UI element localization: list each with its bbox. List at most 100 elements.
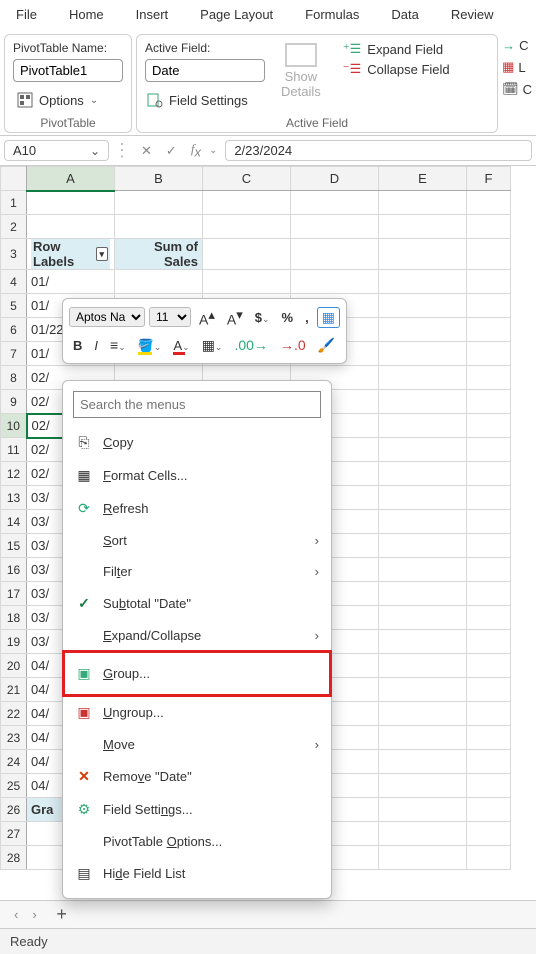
formula-input[interactable]: 2/23/2024 xyxy=(225,140,532,161)
row-header[interactable]: 26 xyxy=(1,798,27,822)
align-button[interactable]: ≡⌄ xyxy=(106,337,130,353)
format-painter-button[interactable]: 🖌️ xyxy=(314,337,339,354)
row-header[interactable]: 18 xyxy=(1,606,27,630)
italic-button[interactable]: I xyxy=(90,337,102,353)
row-header[interactable]: 24 xyxy=(1,750,27,774)
menu-field-settings[interactable]: ⚙ Field Settings... xyxy=(63,793,331,826)
filter-dropdown-icon[interactable]: ▾ xyxy=(96,247,108,261)
row-header[interactable]: 16 xyxy=(1,558,27,582)
menu-format-cells[interactable]: ▦ Format Cells... xyxy=(63,459,331,492)
cancel-button[interactable]: ✕ xyxy=(135,143,158,159)
sheet-nav-prev[interactable]: ‹ xyxy=(14,907,18,922)
menu-group[interactable]: ▣ Group... xyxy=(63,651,331,696)
menu-copy[interactable]: ⎘ Copy xyxy=(63,426,331,459)
col-header-E[interactable]: E xyxy=(379,167,467,191)
field-settings-button[interactable]: Field Settings xyxy=(145,88,265,112)
enter-button[interactable]: ✓ xyxy=(160,143,183,159)
insert-timeline-button[interactable]: 🗓C xyxy=(502,81,532,97)
menu-move[interactable]: Move › xyxy=(63,729,331,760)
row-header[interactable]: 23 xyxy=(1,726,27,750)
row-header[interactable]: 25 xyxy=(1,774,27,798)
tab-insert[interactable]: Insert xyxy=(120,3,185,26)
col-header-C[interactable]: C xyxy=(203,167,291,191)
chevron-down-icon[interactable]: ⌄ xyxy=(209,145,217,156)
row-header[interactable]: 10 xyxy=(1,414,27,438)
row-header[interactable]: 12 xyxy=(1,462,27,486)
increase-font-button[interactable]: A▴ xyxy=(195,307,219,328)
menu-subtotal[interactable]: ✓ Subtotal "Date" xyxy=(63,587,331,620)
menu-search[interactable] xyxy=(73,391,321,418)
pivot-row-labels-header[interactable]: Row Labels▾ xyxy=(27,239,115,270)
col-header-A[interactable]: A xyxy=(27,167,115,191)
row-header[interactable]: 11 xyxy=(1,438,27,462)
expand-field-button[interactable]: ⁺☰ Expand Field xyxy=(343,41,450,57)
col-header-D[interactable]: D xyxy=(291,167,379,191)
bold-button[interactable]: B xyxy=(69,337,86,353)
row-header[interactable]: 22 xyxy=(1,702,27,726)
row-header[interactable]: 21 xyxy=(1,678,27,702)
fill-color-button[interactable]: 🪣⌄ xyxy=(134,337,166,354)
pivot-values-header[interactable]: Sum of Sales xyxy=(115,239,203,270)
fx-button[interactable]: fx xyxy=(185,141,207,160)
menu-refresh[interactable]: ⟳ Refresh xyxy=(63,492,331,525)
sheet-nav-next[interactable]: › xyxy=(32,907,36,922)
menu-sort[interactable]: Sort › xyxy=(63,525,331,556)
row-header[interactable]: 9 xyxy=(1,390,27,414)
arrow-right-button[interactable]: →C xyxy=(502,38,532,53)
row-header[interactable]: 17 xyxy=(1,582,27,606)
add-sheet-button[interactable]: + xyxy=(51,904,73,926)
borders-button[interactable]: ▦⌄ xyxy=(198,337,227,354)
tab-file[interactable]: File xyxy=(0,3,53,26)
row-header[interactable]: 2 xyxy=(1,215,27,239)
table-format-button[interactable]: ▦ xyxy=(317,307,340,328)
percent-button[interactable]: % xyxy=(278,309,298,325)
row-header[interactable]: 4 xyxy=(1,270,27,294)
tab-review[interactable]: Review xyxy=(435,3,510,26)
menu-expand-collapse[interactable]: Expand/Collapse › xyxy=(63,620,331,651)
row-header[interactable]: 6 xyxy=(1,318,27,342)
font-size-select[interactable]: 11 xyxy=(149,307,191,327)
decrease-decimals-button[interactable]: →.0 xyxy=(276,337,310,353)
font-color-button[interactable]: A⌄ xyxy=(169,337,193,353)
select-all-cell[interactable] xyxy=(1,167,27,191)
pivot-row[interactable]: 01/ xyxy=(27,270,115,294)
collapse-field-button[interactable]: ⁻☰ Collapse Field xyxy=(343,61,450,77)
menu-search-input[interactable] xyxy=(73,391,321,418)
row-header[interactable]: 20 xyxy=(1,654,27,678)
col-header-F[interactable]: F xyxy=(467,167,511,191)
row-header[interactable]: 5 xyxy=(1,294,27,318)
font-family-select[interactable]: Aptos Na xyxy=(69,307,145,327)
row-header[interactable]: 3 xyxy=(1,239,27,270)
row-header[interactable]: 7 xyxy=(1,342,27,366)
pivottable-name-input[interactable] xyxy=(13,59,123,82)
menu-hide-field-list[interactable]: ▤ Hide Field List xyxy=(63,857,331,890)
menu-pivottable-options[interactable]: PivotTable Options... xyxy=(63,826,331,857)
row-header[interactable]: 28 xyxy=(1,846,27,870)
row-header[interactable]: 27 xyxy=(1,822,27,846)
row-header[interactable]: 13 xyxy=(1,486,27,510)
row-header[interactable]: 19 xyxy=(1,630,27,654)
row-header[interactable]: 8 xyxy=(1,366,27,390)
row-header[interactable]: 1 xyxy=(1,191,27,215)
name-box[interactable]: A10 ⌄ xyxy=(4,140,109,161)
menu-filter[interactable]: Filter › xyxy=(63,556,331,587)
menu-remove[interactable]: ✕ Remove "Date" xyxy=(63,760,331,793)
chevron-right-icon: › xyxy=(315,533,319,548)
tab-page-layout[interactable]: Page Layout xyxy=(184,3,289,26)
tab-home[interactable]: Home xyxy=(53,3,120,26)
comma-button[interactable]: , xyxy=(301,309,313,325)
chevron-down-icon[interactable]: ⌄ xyxy=(90,144,100,158)
menu-ungroup[interactable]: ▣ Ungroup... xyxy=(63,696,331,729)
sheet-tab-bar: ‹ › + xyxy=(0,900,536,928)
active-field-input[interactable] xyxy=(145,59,265,82)
row-header[interactable]: 14 xyxy=(1,510,27,534)
tab-formulas[interactable]: Formulas xyxy=(289,3,375,26)
options-button[interactable]: Options ⌄ xyxy=(13,88,123,112)
increase-decimals-button[interactable]: .00→ xyxy=(230,337,271,353)
insert-slicer-button[interactable]: ▦L xyxy=(502,59,532,75)
currency-button[interactable]: $⌄ xyxy=(251,309,274,325)
tab-data[interactable]: Data xyxy=(375,3,434,26)
col-header-B[interactable]: B xyxy=(115,167,203,191)
row-header[interactable]: 15 xyxy=(1,534,27,558)
decrease-font-button[interactable]: A▾ xyxy=(223,307,247,328)
